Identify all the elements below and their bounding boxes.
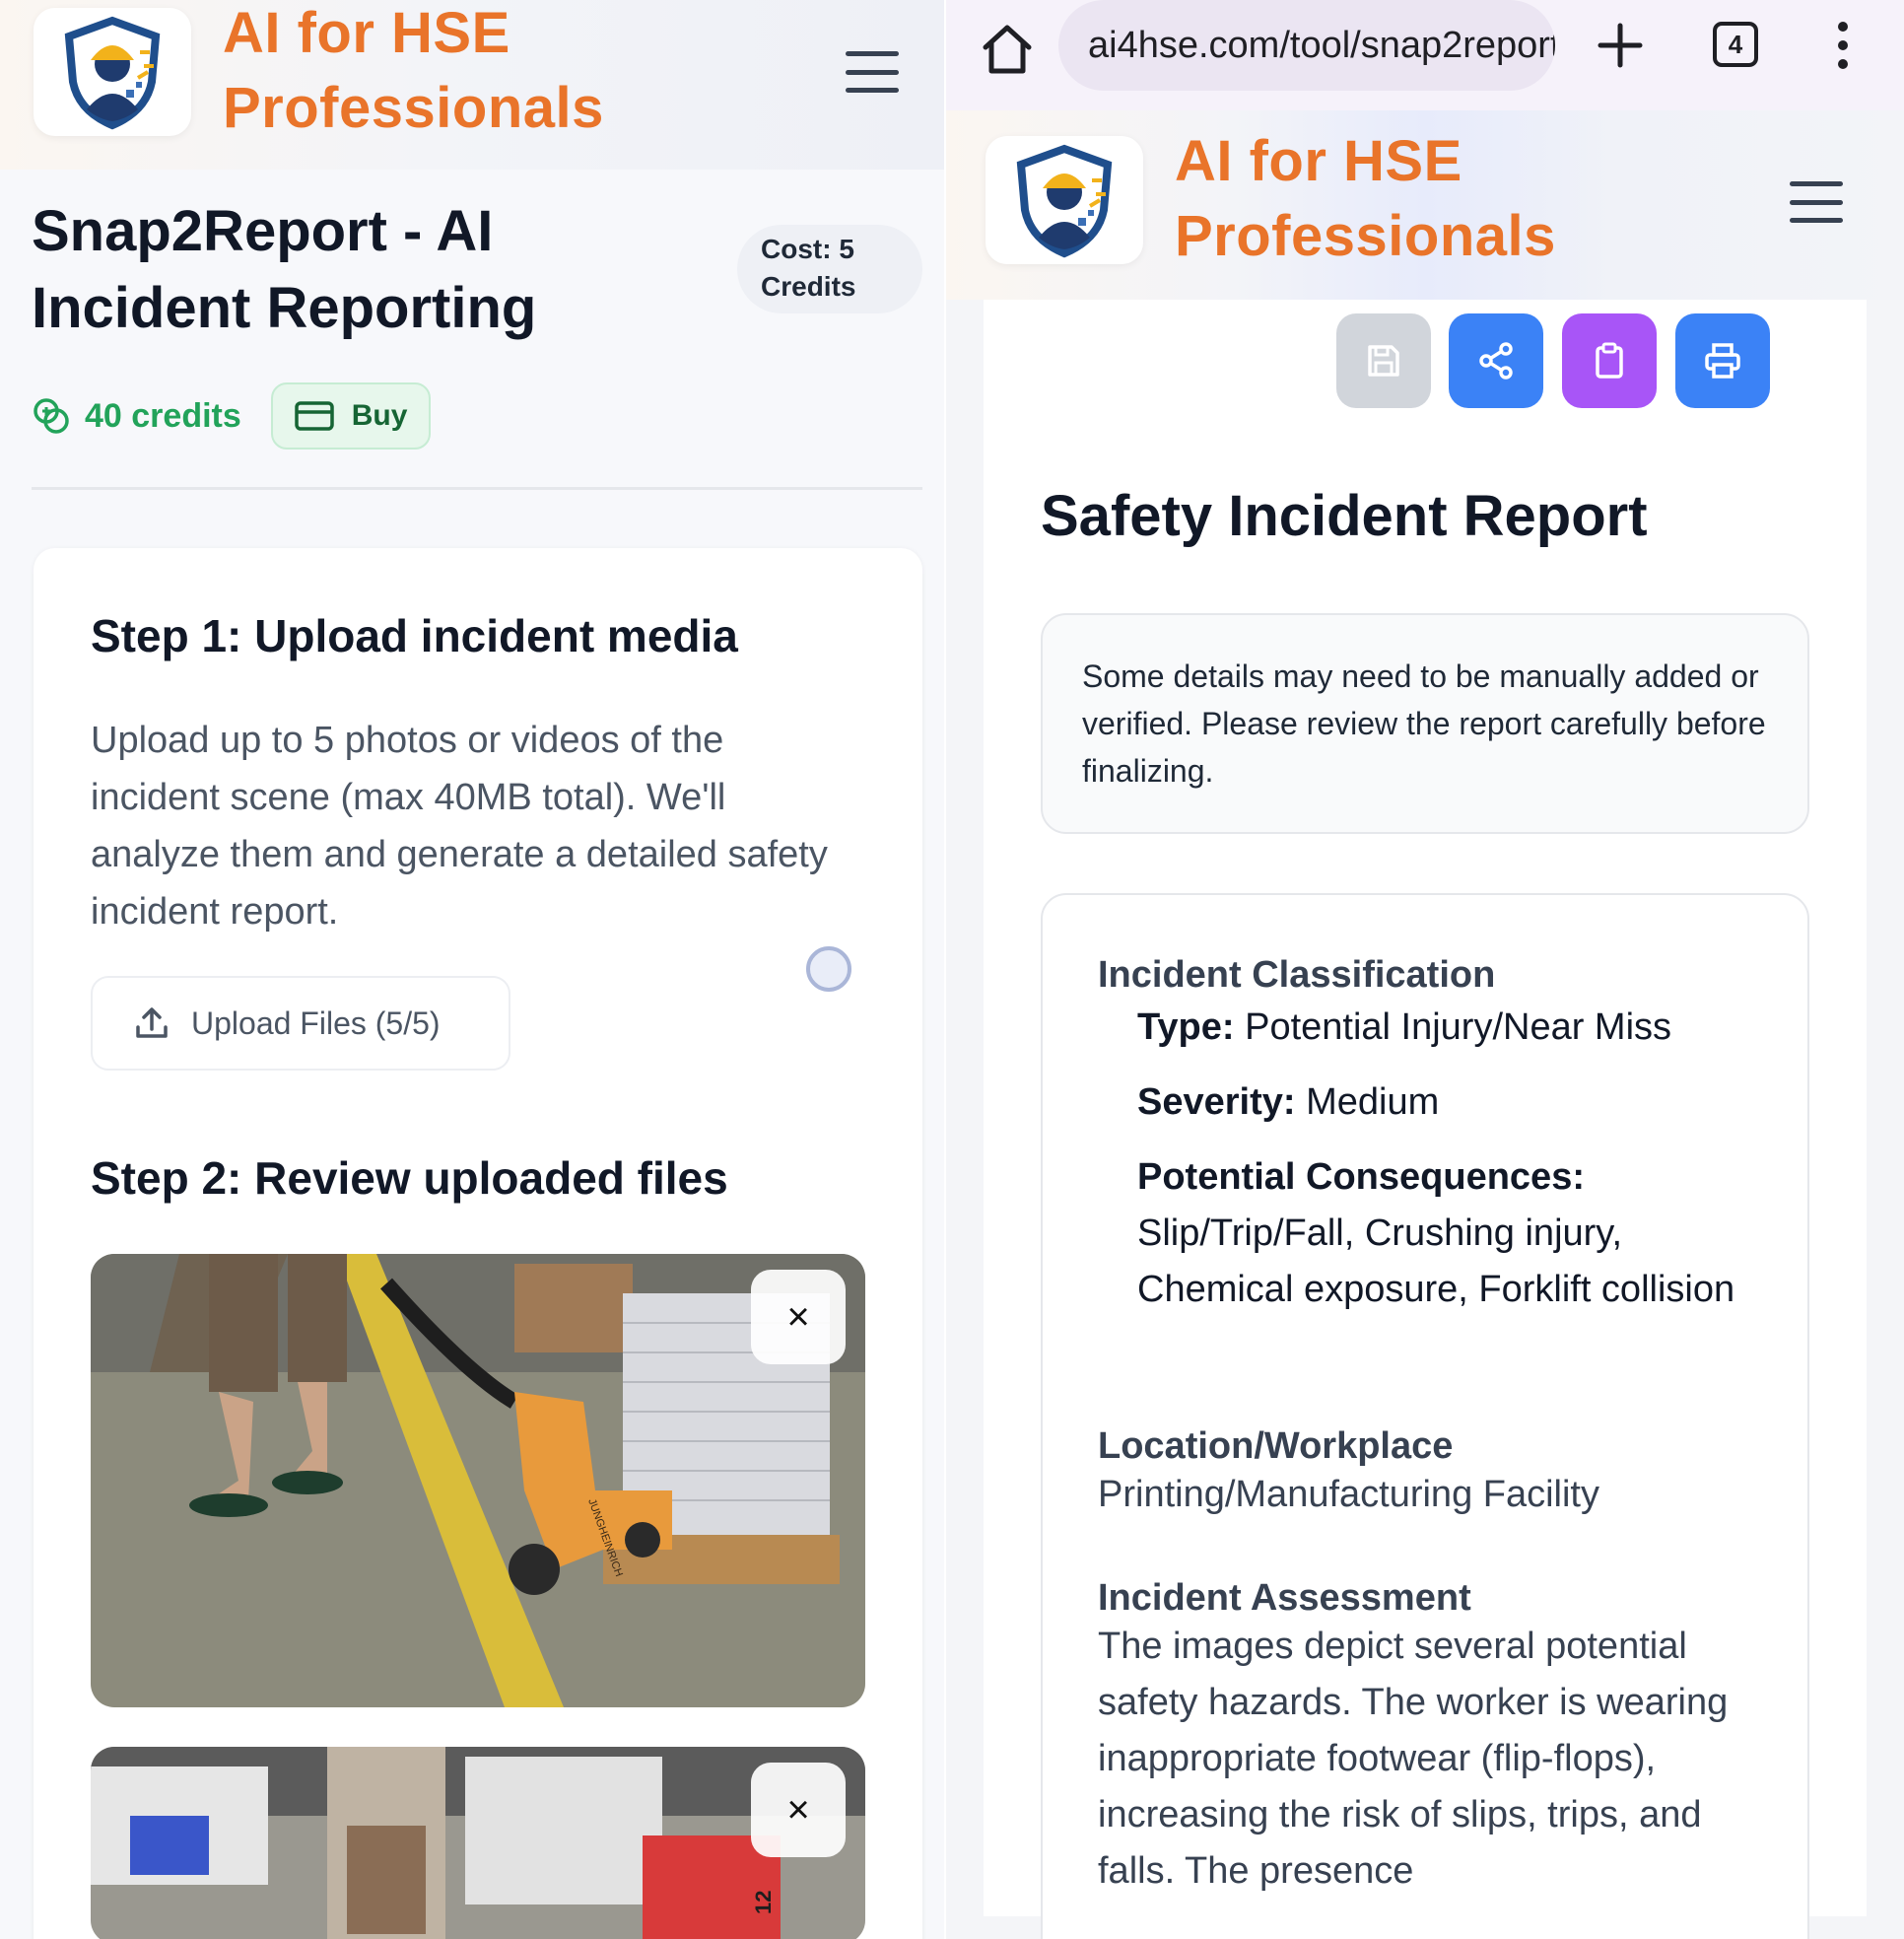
share-icon [1479, 342, 1513, 380]
save-button[interactable] [1336, 313, 1431, 408]
buy-credits-button[interactable]: Buy [270, 382, 432, 450]
classification-heading: Incident Classification [1098, 954, 1496, 996]
close-icon: × [786, 1787, 810, 1832]
report-details: Incident Classification Type: Potential … [1041, 893, 1809, 1939]
upload-files-button[interactable]: Upload Files (5/5) [91, 976, 510, 1071]
type-label: Type: [1137, 1006, 1235, 1048]
save-icon [1368, 345, 1399, 377]
consequences-value: Slip/Trip/Fall, Crushing injury, Chemica… [1137, 1212, 1735, 1310]
brand-line-2: Professionals [223, 76, 604, 140]
buy-button-label: Buy [351, 399, 408, 432]
tabs-icon[interactable]: 4 [1713, 22, 1758, 67]
incident-severity: Severity: Medium [1137, 1074, 1748, 1131]
remove-file-button[interactable]: × [751, 1763, 846, 1857]
url-text: ai4hse.com/tool/snap2report [1088, 24, 1555, 66]
cost-line-1: Cost: 5 [761, 234, 854, 264]
step2-title: Step 2: Review uploaded files [91, 1152, 728, 1204]
consequences-label: Potential Consequences: [1137, 1156, 1585, 1198]
assessment-text: The images depict several potential safe… [1098, 1626, 1729, 1892]
loading-spinner [806, 946, 851, 992]
plus-icon[interactable] [1593, 18, 1648, 73]
location-heading: Location/Workplace [1098, 1425, 1454, 1467]
step1-description: Upload up to 5 photos or videos of the i… [91, 720, 828, 933]
upload-card: Step 1: Upload incident media Upload up … [34, 548, 922, 1939]
print-button[interactable] [1675, 313, 1770, 408]
card-icon [295, 401, 334, 431]
uploaded-file-thumbnail[interactable]: 12 × [91, 1747, 865, 1939]
brand-line-1: AI for HSE [223, 1, 510, 65]
brand-name: AI for HSE Professionals [1175, 124, 1556, 274]
home-icon[interactable] [978, 20, 1037, 79]
close-icon: × [786, 1294, 810, 1339]
address-bar[interactable]: ai4hse.com/tool/snap2report [1058, 0, 1555, 91]
tab-count: 4 [1728, 29, 1743, 59]
browser-toolbar: ai4hse.com/tool/snap2report 4 [946, 0, 1904, 110]
report-card: Safety Incident Report Some details may … [984, 300, 1867, 1939]
cost-badge: Cost: 5 Credits [737, 225, 922, 313]
logo-shield-icon [1016, 144, 1113, 258]
logo[interactable] [34, 8, 191, 136]
remove-file-button[interactable]: × [751, 1270, 846, 1364]
hamburger-icon[interactable] [846, 51, 899, 93]
credits-balance: 40 credits [85, 396, 241, 435]
review-notice: Some details may need to be manually add… [1041, 613, 1809, 834]
app-header: AI for HSE Professionals [0, 0, 946, 170]
right-screen: ai4hse.com/tool/snap2report 4 AI for HSE… [946, 0, 1904, 1939]
upload-files-label: Upload Files (5/5) [191, 1004, 441, 1041]
report-title: Safety Incident Report [1041, 484, 1648, 548]
severity-value: Medium [1306, 1081, 1440, 1123]
share-button[interactable] [1449, 313, 1543, 408]
step1-title: Step 1: Upload incident media [91, 610, 738, 661]
app-header: AI for HSE Professionals [946, 110, 1904, 300]
page-title: Snap2Report - AI Incident Reporting [32, 199, 537, 340]
copy-button[interactable] [1562, 313, 1657, 408]
cost-line-2: Credits [761, 271, 856, 302]
coins-icon [34, 398, 69, 434]
print-icon [1705, 343, 1740, 379]
brand-name: AI for HSE Professionals [223, 0, 604, 146]
clipboard-icon [1596, 342, 1623, 379]
logo-shield-icon [64, 16, 161, 130]
divider [32, 487, 922, 490]
logo[interactable] [986, 136, 1143, 264]
assessment-heading: Incident Assessment [1098, 1577, 1471, 1619]
hamburger-icon[interactable] [1790, 181, 1843, 223]
location-value: Printing/Manufacturing Facility [1098, 1474, 1599, 1515]
brand-line-1: AI for HSE [1175, 129, 1462, 193]
left-screen: AI for HSE Professionals Snap2Report - A… [0, 0, 946, 1939]
brand-line-2: Professionals [1175, 204, 1556, 268]
potential-consequences: Potential Consequences: Slip/Trip/Fall, … [1137, 1149, 1748, 1318]
incident-type: Type: Potential Injury/Near Miss [1137, 1000, 1748, 1056]
more-icon[interactable] [1833, 22, 1853, 69]
warehouse-photo: 12 [91, 1747, 865, 1939]
warehouse-photo: JUNGHEINRICH [91, 1254, 865, 1707]
tag-number-text: 12 [751, 1891, 776, 1914]
credits-row: 40 credits Buy [32, 382, 432, 450]
severity-label: Severity: [1137, 1081, 1296, 1123]
upload-icon [136, 1007, 168, 1038]
type-value: Potential Injury/Near Miss [1245, 1006, 1672, 1048]
uploaded-file-thumbnail[interactable]: JUNGHEINRICH × [91, 1254, 865, 1707]
